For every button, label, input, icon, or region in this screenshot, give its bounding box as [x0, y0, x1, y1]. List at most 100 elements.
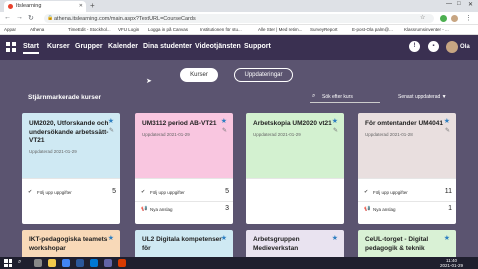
menu-icon[interactable]: ⋮ — [465, 14, 472, 22]
star-icon[interactable]: ★ — [221, 117, 227, 125]
card-title[interactable]: Arbetsgruppen Medieverkstan — [253, 236, 333, 253]
new-tab-button[interactable]: + — [90, 1, 95, 10]
star-icon[interactable]: ★ — [332, 117, 338, 125]
course-search-input[interactable]: ⌕ Sök efter kurs — [310, 93, 380, 103]
card-header: UM2020, Utforskande och undersökande arb… — [22, 113, 120, 178]
card-title[interactable]: UM3112 period AB-VT21 — [142, 120, 222, 129]
notifications-icon[interactable]: ! — [409, 41, 420, 52]
sort-dropdown[interactable]: Senast uppdaterad ▼ — [398, 94, 447, 100]
search-icon: ⌕ — [312, 93, 316, 99]
app-navbar: Start Kurser Grupper Kalender Dina stude… — [0, 35, 478, 60]
card-title[interactable]: IKT-pedagogiska teamets workshopar — [29, 236, 109, 253]
file-explorer-icon[interactable] — [48, 259, 56, 267]
nav-support[interactable]: Support — [244, 43, 271, 50]
bookmark-item[interactable]: Institutionen för stu... — [200, 27, 242, 32]
star-icon[interactable]: ★ — [221, 234, 227, 242]
course-card[interactable]: För omtentander UM4041 Uppdaterad 2021-0… — [358, 113, 456, 224]
bookmark-star-icon[interactable]: ☆ — [420, 14, 425, 21]
edit-icon[interactable]: ✎ — [445, 127, 450, 134]
browser-tab[interactable]: Itslearning ✕ — [4, 1, 86, 12]
minimize-icon[interactable]: — — [446, 1, 452, 7]
star-icon[interactable]: ★ — [108, 234, 114, 242]
clock-date: 2021-01-29 — [440, 263, 464, 268]
star-icon[interactable]: ★ — [332, 234, 338, 242]
extension-icon[interactable] — [440, 15, 447, 22]
windows-start-icon[interactable] — [4, 259, 12, 267]
row-count: 3 — [225, 205, 229, 212]
card-row-tasks[interactable]: ✔ Följ upp uppgifter 11 — [364, 187, 452, 199]
toggle-courses-button[interactable]: Kurser — [180, 68, 218, 82]
nav-start[interactable]: Start — [23, 43, 39, 54]
edit-icon[interactable]: ✎ — [333, 127, 338, 134]
nav-kurser[interactable]: Kurser — [47, 43, 70, 50]
card-row-tasks[interactable]: ✔ Följ upp uppgifter 5 — [28, 187, 116, 199]
bookmark-item[interactable]: Klassrumsinventer - ... — [404, 27, 449, 32]
browser-tabstrip: Itslearning ✕ + — □ ✕ — [0, 0, 478, 12]
user-name[interactable]: Ola — [460, 44, 470, 50]
course-card[interactable]: UM3112 period AB-VT21 Uppdaterad 2021-01… — [135, 113, 233, 224]
tab-title: Itslearning — [16, 3, 42, 9]
megaphone-icon: 📢 — [364, 206, 371, 212]
bookmark-apps[interactable]: Appar — [4, 27, 16, 32]
bookmark-item[interactable]: Alle Ster | Med retim... — [258, 27, 302, 32]
course-card[interactable]: UL2 Digitala kompetenser för ★ — [135, 230, 233, 257]
bookmark-item[interactable]: VFU Login — [118, 27, 139, 32]
maximize-icon[interactable]: □ — [457, 1, 461, 7]
card-title[interactable]: UM2020, Utforskande och undersökande arb… — [29, 120, 109, 146]
course-card[interactable]: Arbetskopia UM2020 vt21 Uppdaterad 2021-… — [246, 113, 344, 224]
forward-icon[interactable]: → — [16, 14, 23, 21]
edit-icon[interactable]: ✎ — [222, 127, 227, 134]
card-row-announcements[interactable]: 📢 Nya anslag 1 — [364, 204, 452, 216]
card-row-tasks[interactable]: ✔ Följ upp uppgifter 5 — [141, 187, 229, 199]
reload-icon[interactable]: ↻ — [28, 14, 34, 22]
powerpoint-icon[interactable] — [118, 259, 126, 267]
card-title[interactable]: För omtentander UM4041 — [365, 120, 445, 129]
course-card[interactable]: Arbetsgruppen Medieverkstan ★ — [246, 230, 344, 257]
course-card[interactable]: IKT-pedagogiska teamets workshopar ★ — [22, 230, 120, 257]
close-tab-icon[interactable]: ✕ — [79, 3, 83, 9]
teams-icon[interactable] — [104, 259, 112, 267]
url-text: athena.itslearning.com/main.aspx?TextURL… — [54, 15, 196, 22]
nav-grupper[interactable]: Grupper — [75, 43, 103, 50]
star-icon[interactable]: ★ — [108, 117, 114, 125]
bookmark-item[interactable]: TimeEdit - Stockhol... — [68, 27, 111, 32]
lock-icon: 🔒 — [47, 15, 54, 21]
bookmark-item[interactable]: Logga in på Canvas — [148, 27, 188, 32]
profile-icon[interactable] — [451, 15, 458, 22]
card-row-announcements[interactable]: 📢 Nya anslag 3 — [141, 204, 229, 216]
clock[interactable]: 11:40 2021-01-29 — [440, 258, 463, 268]
nav-kalender[interactable]: Kalender — [108, 43, 138, 50]
itslearning-logo-icon[interactable] — [6, 42, 16, 52]
search-placeholder: Sök efter kurs — [322, 94, 353, 100]
close-window-icon[interactable]: ✕ — [468, 1, 473, 8]
card-title[interactable]: UL2 Digitala kompetenser för — [142, 236, 222, 253]
card-footer: ✔ Följ upp uppgifter 5 — [22, 178, 120, 224]
bookmark-item[interactable]: E-post-Ola palm@... — [352, 27, 393, 32]
chrome-icon[interactable] — [62, 259, 70, 267]
course-card[interactable]: CeUL-torget - Digital pedagogik & teknik… — [358, 230, 456, 257]
card-footer — [246, 178, 344, 224]
card-updated: Uppdaterad 2021-01-29 — [142, 131, 190, 137]
nav-dina-studenter[interactable]: Dina studenter — [143, 43, 192, 50]
outlook-icon[interactable] — [90, 259, 98, 267]
card-title[interactable]: Arbetskopia UM2020 vt21 — [253, 120, 333, 129]
megaphone-icon: 📢 — [141, 206, 148, 212]
search-icon[interactable]: ⌕ — [18, 259, 21, 266]
word-icon[interactable] — [76, 259, 84, 267]
avatar[interactable] — [446, 41, 458, 53]
bookmark-item[interactable]: SurveyReport — [310, 27, 338, 32]
star-icon[interactable]: ★ — [444, 117, 450, 125]
course-card[interactable]: UM2020, Utforskande och undersökande arb… — [22, 113, 120, 224]
card-title[interactable]: CeUL-torget - Digital pedagogik & teknik — [365, 236, 445, 253]
edit-icon[interactable]: ✎ — [109, 127, 114, 134]
card-footer: ✔ Följ upp uppgifter 5 📢 Nya anslag 3 — [135, 178, 233, 224]
messages-icon[interactable]: ▪ — [428, 41, 439, 52]
card-updated: Uppdaterad 2021-01-29 — [253, 131, 301, 137]
toggle-updates-button[interactable]: Uppdateringar — [234, 68, 293, 82]
back-icon[interactable]: ← — [4, 14, 11, 21]
nav-videotjansten[interactable]: Videotjänsten — [195, 43, 241, 50]
url-input[interactable]: 🔒 athena.itslearning.com/main.aspx?TextU… — [44, 14, 434, 23]
task-view-icon[interactable] — [34, 259, 42, 267]
bookmark-item[interactable]: Athena — [30, 27, 44, 32]
star-icon[interactable]: ★ — [444, 234, 450, 242]
